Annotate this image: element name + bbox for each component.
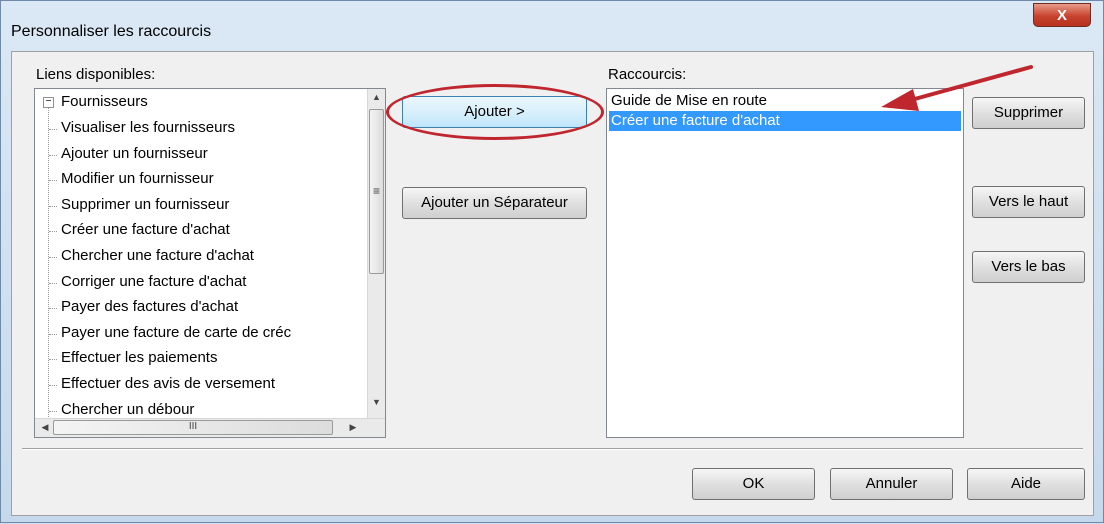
tree-item[interactable]: Effectuer des avis de versement bbox=[61, 375, 275, 392]
tree-item[interactable]: Chercher un débour bbox=[61, 401, 194, 418]
shortcuts-label: Raccourcis: bbox=[608, 66, 687, 83]
tree-branch-line bbox=[49, 359, 57, 361]
shortcut-list-item[interactable]: Guide de Mise en route bbox=[609, 91, 961, 111]
tree-item[interactable]: Payer des factures d'achat bbox=[61, 298, 238, 315]
vertical-scrollbar[interactable]: ▲ ≡ ▼ bbox=[367, 89, 385, 419]
annotation-circle bbox=[386, 84, 604, 140]
move-up-button[interactable]: Vers le haut bbox=[972, 186, 1085, 218]
tree-branch-line bbox=[49, 282, 57, 284]
tree-branch-line bbox=[49, 308, 57, 310]
horizontal-scrollbar[interactable]: ◀ III ▶ bbox=[35, 418, 385, 437]
tree-root-suppliers[interactable]: Fournisseurs bbox=[61, 93, 148, 110]
scroll-right-arrow-icon[interactable]: ▶ bbox=[347, 422, 359, 433]
scroll-left-arrow-icon[interactable]: ◀ bbox=[39, 422, 51, 433]
window-title: Personnaliser les raccourcis bbox=[11, 23, 212, 40]
scroll-grip-icon: ≡ bbox=[372, 184, 380, 198]
tree-item[interactable]: Créer une facture d'achat bbox=[61, 221, 230, 238]
tree-item[interactable]: Effectuer les paiements bbox=[61, 349, 217, 366]
available-links-tree[interactable]: − Fournisseurs Visualiser les fournisseu… bbox=[34, 88, 386, 438]
tree-branch-line bbox=[49, 257, 57, 258]
tree-branch-line bbox=[49, 180, 57, 182]
ok-button[interactable]: OK bbox=[692, 468, 815, 500]
delete-button[interactable]: Supprimer bbox=[972, 97, 1085, 129]
title-bar: Personnaliser les raccourcis X bbox=[1, 1, 1103, 51]
tree-item[interactable]: Chercher une facture d'achat bbox=[61, 247, 254, 264]
tree-item[interactable]: Visualiser les fournisseurs bbox=[61, 119, 235, 136]
footer-divider bbox=[22, 448, 1083, 450]
tree-item[interactable]: Modifier un fournisseur bbox=[61, 170, 214, 187]
available-links-label: Liens disponibles: bbox=[36, 66, 156, 83]
scroll-down-arrow-icon[interactable]: ▼ bbox=[368, 397, 385, 407]
add-separator-button[interactable]: Ajouter un Séparateur bbox=[402, 187, 587, 219]
tree-branch-line bbox=[49, 385, 57, 386]
dialog-window: Personnaliser les raccourcis X Liens dis… bbox=[0, 0, 1104, 523]
dialog-body: Liens disponibles: − Fournisseurs Visual… bbox=[11, 51, 1094, 516]
tree-item[interactable]: Supprimer un fournisseur bbox=[61, 196, 229, 213]
tree-branch-line bbox=[49, 333, 57, 335]
tree-branch-line bbox=[49, 154, 57, 156]
collapse-icon[interactable]: − bbox=[43, 97, 54, 108]
tree-branch-line bbox=[49, 410, 57, 412]
close-button[interactable]: X bbox=[1033, 3, 1091, 27]
tree-item[interactable]: Corriger une facture d'achat bbox=[61, 273, 246, 290]
tree-branch-line bbox=[49, 129, 57, 130]
shortcuts-list[interactable]: Guide de Mise en route Créer une facture … bbox=[606, 88, 964, 438]
tree-branch-line bbox=[49, 205, 57, 207]
scroll-up-arrow-icon[interactable]: ▲ bbox=[368, 92, 385, 102]
tree-guide-line bbox=[48, 107, 49, 417]
help-button[interactable]: Aide bbox=[967, 468, 1085, 500]
hscroll-grip-icon: III bbox=[188, 421, 198, 432]
move-down-button[interactable]: Vers le bas bbox=[972, 251, 1085, 283]
tree-branch-line bbox=[49, 231, 57, 233]
tree-item[interactable]: Payer une facture de carte de créc bbox=[61, 324, 291, 341]
cancel-button[interactable]: Annuler bbox=[830, 468, 953, 500]
shortcut-list-item[interactable]: Créer une facture d'achat bbox=[609, 111, 961, 131]
tree-item[interactable]: Ajouter un fournisseur bbox=[61, 145, 208, 162]
